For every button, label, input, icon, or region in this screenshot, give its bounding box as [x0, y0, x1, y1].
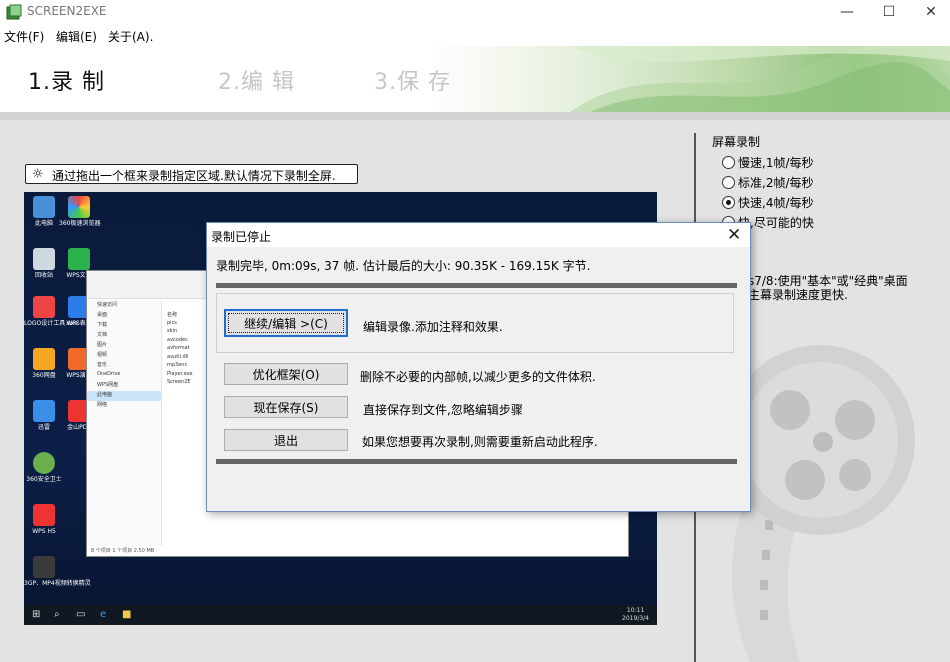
recording-info: 录制完毕, 0m:09s, 37 帧. 估计最后的大小: 90.35K - 16…	[216, 259, 591, 273]
desktop-icon: WPS H5	[24, 504, 64, 535]
desktop-icon: 迅雷	[24, 400, 64, 431]
explorer-nav-pane: 快速访问 桌面 下载 文档 图片 视频 音乐 OneDrive WPS网盘 此电脑 网络	[87, 301, 162, 546]
desktop-icon: 回收站	[24, 248, 64, 279]
desktop-icon: LOGO设计工具.exe	[24, 296, 78, 327]
header-separator	[0, 112, 950, 120]
screen-record-title: 屏幕录制	[712, 135, 761, 149]
title-bar: SCREEN2EXE — ☐ ✕	[0, 0, 950, 24]
dialog-title: 录制已停止	[211, 230, 272, 244]
step-save: 3.保 存	[374, 70, 451, 95]
menu-edit[interactable]: 编辑(E)	[56, 28, 97, 45]
speed-tip: s7/8:使用"基本"或"经典"桌面主幕录制速度更快.	[748, 274, 908, 302]
optimize-frames-button[interactable]: 优化框架(O)	[224, 363, 348, 385]
desktop-icon: 360安全卫士	[24, 452, 64, 483]
dialog-close-icon[interactable]: ✕	[727, 225, 741, 245]
optimize-frames-desc: 删除不必要的内部帧,以减少更多的文件体积.	[360, 370, 596, 384]
desktop-icon: 此电脑	[24, 196, 64, 227]
step-edit: 2.编 辑	[218, 70, 295, 95]
taskbar: ⊞ ⌕ ▭ e ■ 10:11 2019/3/4	[24, 605, 657, 625]
hint-text: 通过拖出一个框来录制指定区域.默认情况下录制全屏.	[52, 169, 336, 183]
desktop-icon: 360极速浏览器	[59, 196, 100, 227]
desktop-icon: 3GP、MP4视频转换精灵	[24, 556, 91, 587]
window-title: SCREEN2EXE	[27, 4, 107, 18]
lightbulb-icon: ☼	[32, 167, 44, 182]
radio-circle-selected	[722, 195, 735, 209]
search-icon: ⌕	[54, 609, 60, 620]
dialog-title-bar: 录制已停止 ✕	[207, 223, 750, 247]
explorer-status: 8 个项目 1 个项目 2.50 MB	[91, 548, 155, 554]
taskbar-clock: 10:11 2019/3/4	[622, 607, 649, 622]
radio-circle	[722, 175, 735, 189]
hint-box: ☼ 通过拖出一个框来录制指定区域.默认情况下录制全屏.	[25, 164, 358, 184]
separator-bar	[216, 283, 737, 288]
folder-icon: ■	[122, 609, 132, 620]
minimize-button[interactable]: —	[824, 0, 870, 24]
save-now-desc: 直接保存到文件,忽略编辑步骤	[363, 403, 523, 417]
radio-fast[interactable]: 快速,4帧/每秒	[722, 194, 814, 210]
exit-desc: 如果您想要再次录制,则需要重新启动此程序.	[362, 435, 598, 449]
menu-about[interactable]: 关于(A).	[108, 28, 153, 45]
desktop-icon: 360网盘	[24, 348, 64, 379]
separator-bar	[216, 459, 737, 464]
recording-stopped-dialog: 录制已停止 ✕ 录制完毕, 0m:09s, 37 帧. 估计最后的大小: 90.…	[206, 222, 751, 512]
radio-circle	[722, 155, 735, 169]
menu-bar: 文件(F) 编辑(E) 关于(A).	[0, 26, 950, 46]
header-swirl-decoration	[570, 46, 950, 112]
maximize-button[interactable]: ☐	[866, 0, 912, 24]
windows-start-icon: ⊞	[32, 609, 41, 620]
step-header: 1.录 制 2.编 辑 3.保 存	[0, 46, 950, 112]
continue-edit-button[interactable]: 继续/编辑 >(C)	[224, 309, 348, 337]
edge-icon: e	[100, 609, 107, 620]
close-button[interactable]: ✕	[908, 0, 950, 24]
continue-edit-desc: 编辑录像.添加注释和效果.	[363, 320, 503, 334]
menu-file[interactable]: 文件(F)	[4, 28, 44, 45]
explorer-file-list: 名称 pics skin avcodec avformat avutil.dll mp3…	[167, 312, 193, 385]
app-icon	[6, 4, 22, 20]
radio-slow[interactable]: 慢速,1帧/每秒	[722, 154, 814, 170]
radio-standard[interactable]: 标准,2帧/每秒	[722, 174, 814, 190]
task-view-icon: ▭	[76, 609, 86, 620]
step-record: 1.录 制	[28, 70, 105, 95]
save-now-button[interactable]: 现在保存(S)	[224, 396, 348, 418]
exit-button[interactable]: 退出	[224, 429, 348, 451]
